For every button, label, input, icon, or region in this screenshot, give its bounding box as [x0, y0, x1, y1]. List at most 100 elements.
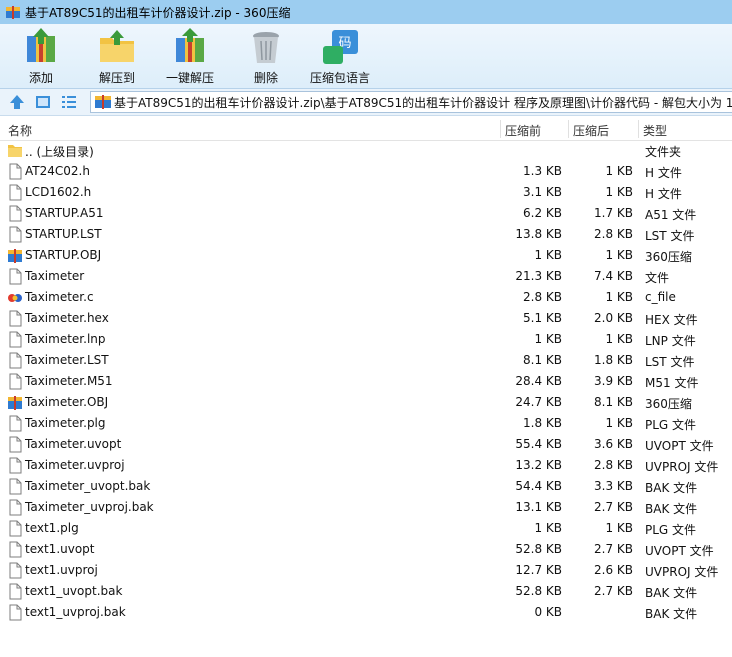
- column-header-compressed-size[interactable]: 压缩后: [573, 122, 609, 139]
- file-icon: [7, 499, 23, 516]
- file-icon: [7, 457, 23, 474]
- table-row[interactable]: Taximeter.LST 8.1 KB 1.8 KB LST 文件: [0, 350, 732, 371]
- file-type: BAK 文件: [645, 586, 698, 600]
- file-type: M51 文件: [645, 376, 699, 390]
- table-row[interactable]: STARTUP.A51 6.2 KB 1.7 KB A51 文件: [0, 203, 732, 224]
- original-size: 54.4 KB: [515, 479, 562, 493]
- one-click-extract-button[interactable]: 一键解压: [166, 28, 214, 86]
- file-name: text1.plg: [25, 521, 79, 535]
- table-row[interactable]: AT24C02.h 1.3 KB 1 KB H 文件: [0, 161, 732, 182]
- file-name: Taximeter.hex: [25, 311, 109, 325]
- original-size: 8.1 KB: [523, 353, 562, 367]
- file-icon: [7, 436, 23, 453]
- file-icon: [7, 352, 23, 369]
- column-divider[interactable]: [500, 120, 501, 138]
- file-type: PLG 文件: [645, 418, 697, 432]
- file-type: PLG 文件: [645, 523, 697, 537]
- one-click-extract-icon: [176, 28, 204, 62]
- file-icon: [7, 415, 23, 432]
- window-title: 基于AT89C51的出租车计价器设计.zip - 360压缩: [25, 5, 291, 20]
- column-divider[interactable]: [638, 120, 639, 138]
- file-icon: [7, 541, 23, 558]
- extract-folder-icon: [100, 30, 134, 62]
- table-row[interactable]: Taximeter.uvopt 55.4 KB 3.6 KB UVOPT 文件: [0, 434, 732, 455]
- file-icon: [7, 268, 23, 285]
- file-type: BAK 文件: [645, 502, 698, 516]
- address-field[interactable]: 基于AT89C51的出租车计价器设计.zip\基于AT89C51的出租车计价器设…: [90, 91, 732, 113]
- table-row[interactable]: LCD1602.h 3.1 KB 1 KB H 文件: [0, 182, 732, 203]
- archive-language-label: 压缩包语言: [310, 71, 371, 85]
- file-list: .. (上级目录) 文件夹 AT24C02.h 1.3 KB 1 KB H 文件 LCD16…: [0, 140, 732, 623]
- table-row[interactable]: text1.plg 1 KB 1 KB PLG 文件: [0, 518, 732, 539]
- archive-language-button[interactable]: 码 压缩包语言: [310, 28, 370, 86]
- file-name: .. (上级目录): [25, 145, 94, 159]
- table-row[interactable]: Taximeter.hex 5.1 KB 2.0 KB HEX 文件: [0, 308, 732, 329]
- table-row[interactable]: Taximeter.lnp 1 KB 1 KB LNP 文件: [0, 329, 732, 350]
- compressed-size: 2.0 KB: [594, 311, 633, 325]
- file-type: LST 文件: [645, 229, 695, 243]
- compressed-size: 2.7 KB: [594, 584, 633, 598]
- table-row[interactable]: STARTUP.OBJ 1 KB 1 KB 360压缩: [0, 245, 732, 266]
- compressed-size: 1 KB: [605, 248, 633, 262]
- delete-button[interactable]: 删除: [246, 28, 286, 86]
- table-row[interactable]: .. (上级目录) 文件夹: [0, 140, 732, 161]
- table-row[interactable]: Taximeter_uvproj.bak 13.1 KB 2.7 KB BAK 文件: [0, 497, 732, 518]
- file-type: UVPROJ 文件: [645, 565, 719, 579]
- file-name: text1_uvproj.bak: [25, 605, 126, 619]
- compressed-size: 1 KB: [605, 185, 633, 199]
- column-header-name[interactable]: 名称: [8, 122, 32, 139]
- file-icon: [7, 205, 23, 222]
- table-row[interactable]: Taximeter.OBJ 24.7 KB 8.1 KB 360压缩: [0, 392, 732, 413]
- file-type: 360压缩: [645, 250, 692, 264]
- file-name: Taximeter.plg: [25, 416, 106, 430]
- table-row[interactable]: Taximeter 21.3 KB 7.4 KB 文件: [0, 266, 732, 287]
- file-name: LCD1602.h: [25, 185, 92, 199]
- original-size: 21.3 KB: [515, 269, 562, 283]
- file-type: 文件夹: [645, 145, 682, 159]
- file-name: Taximeter.lnp: [25, 332, 106, 346]
- column-divider[interactable]: [568, 120, 569, 138]
- file-icon: [7, 163, 23, 180]
- original-size: 24.7 KB: [515, 395, 562, 409]
- thumbnail-view-icon[interactable]: [34, 93, 52, 111]
- original-size: 1 KB: [534, 521, 562, 535]
- up-arrow-icon[interactable]: [8, 93, 26, 111]
- file-name: text1_uvopt.bak: [25, 584, 123, 598]
- table-row[interactable]: STARTUP.LST 13.8 KB 2.8 KB LST 文件: [0, 224, 732, 245]
- table-row[interactable]: Taximeter.c 2.8 KB 1 KB c_file: [0, 287, 732, 308]
- original-size: 12.7 KB: [515, 563, 562, 577]
- original-size: 0 KB: [534, 605, 562, 619]
- archive-icon: [7, 247, 23, 264]
- table-row[interactable]: Taximeter_uvopt.bak 54.4 KB 3.3 KB BAK 文件: [0, 476, 732, 497]
- compressed-size: 2.7 KB: [594, 500, 633, 514]
- folder-icon: [7, 142, 23, 159]
- table-row[interactable]: text1_uvproj.bak 0 KB BAK 文件: [0, 602, 732, 623]
- file-type: 360压缩: [645, 397, 692, 411]
- table-row[interactable]: text1.uvproj 12.7 KB 2.6 KB UVPROJ 文件: [0, 560, 732, 581]
- original-size: 55.4 KB: [515, 437, 562, 451]
- original-size: 3.1 KB: [523, 185, 562, 199]
- list-view-icon[interactable]: [60, 93, 78, 111]
- table-row[interactable]: Taximeter.uvproj 13.2 KB 2.8 KB UVPROJ 文件: [0, 455, 732, 476]
- file-icon: [7, 562, 23, 579]
- one-click-extract-label: 一键解压: [166, 71, 215, 85]
- original-size: 28.4 KB: [515, 374, 562, 388]
- table-row[interactable]: Taximeter.plg 1.8 KB 1 KB PLG 文件: [0, 413, 732, 434]
- file-name: Taximeter.c: [25, 290, 94, 304]
- add-button[interactable]: 添加: [21, 28, 61, 86]
- extract-to-button[interactable]: 解压到: [97, 28, 137, 86]
- column-header-original-size[interactable]: 压缩前: [505, 122, 541, 139]
- table-row[interactable]: text1.uvopt 52.8 KB 2.7 KB UVOPT 文件: [0, 539, 732, 560]
- file-name: STARTUP.A51: [25, 206, 104, 220]
- address-bar: 基于AT89C51的出租车计价器设计.zip\基于AT89C51的出租车计价器设…: [0, 89, 732, 116]
- compressed-size: 1 KB: [605, 416, 633, 430]
- compressed-size: 1 KB: [605, 332, 633, 346]
- original-size: 13.2 KB: [515, 458, 562, 472]
- extract-to-label: 解压到: [98, 71, 135, 85]
- table-row[interactable]: Taximeter.M51 28.4 KB 3.9 KB M51 文件: [0, 371, 732, 392]
- encoding-icon: 码: [323, 30, 358, 64]
- original-size: 2.8 KB: [523, 290, 562, 304]
- column-header-type[interactable]: 类型: [643, 122, 667, 139]
- file-type: A51 文件: [645, 208, 697, 222]
- table-row[interactable]: text1_uvopt.bak 52.8 KB 2.7 KB BAK 文件: [0, 581, 732, 602]
